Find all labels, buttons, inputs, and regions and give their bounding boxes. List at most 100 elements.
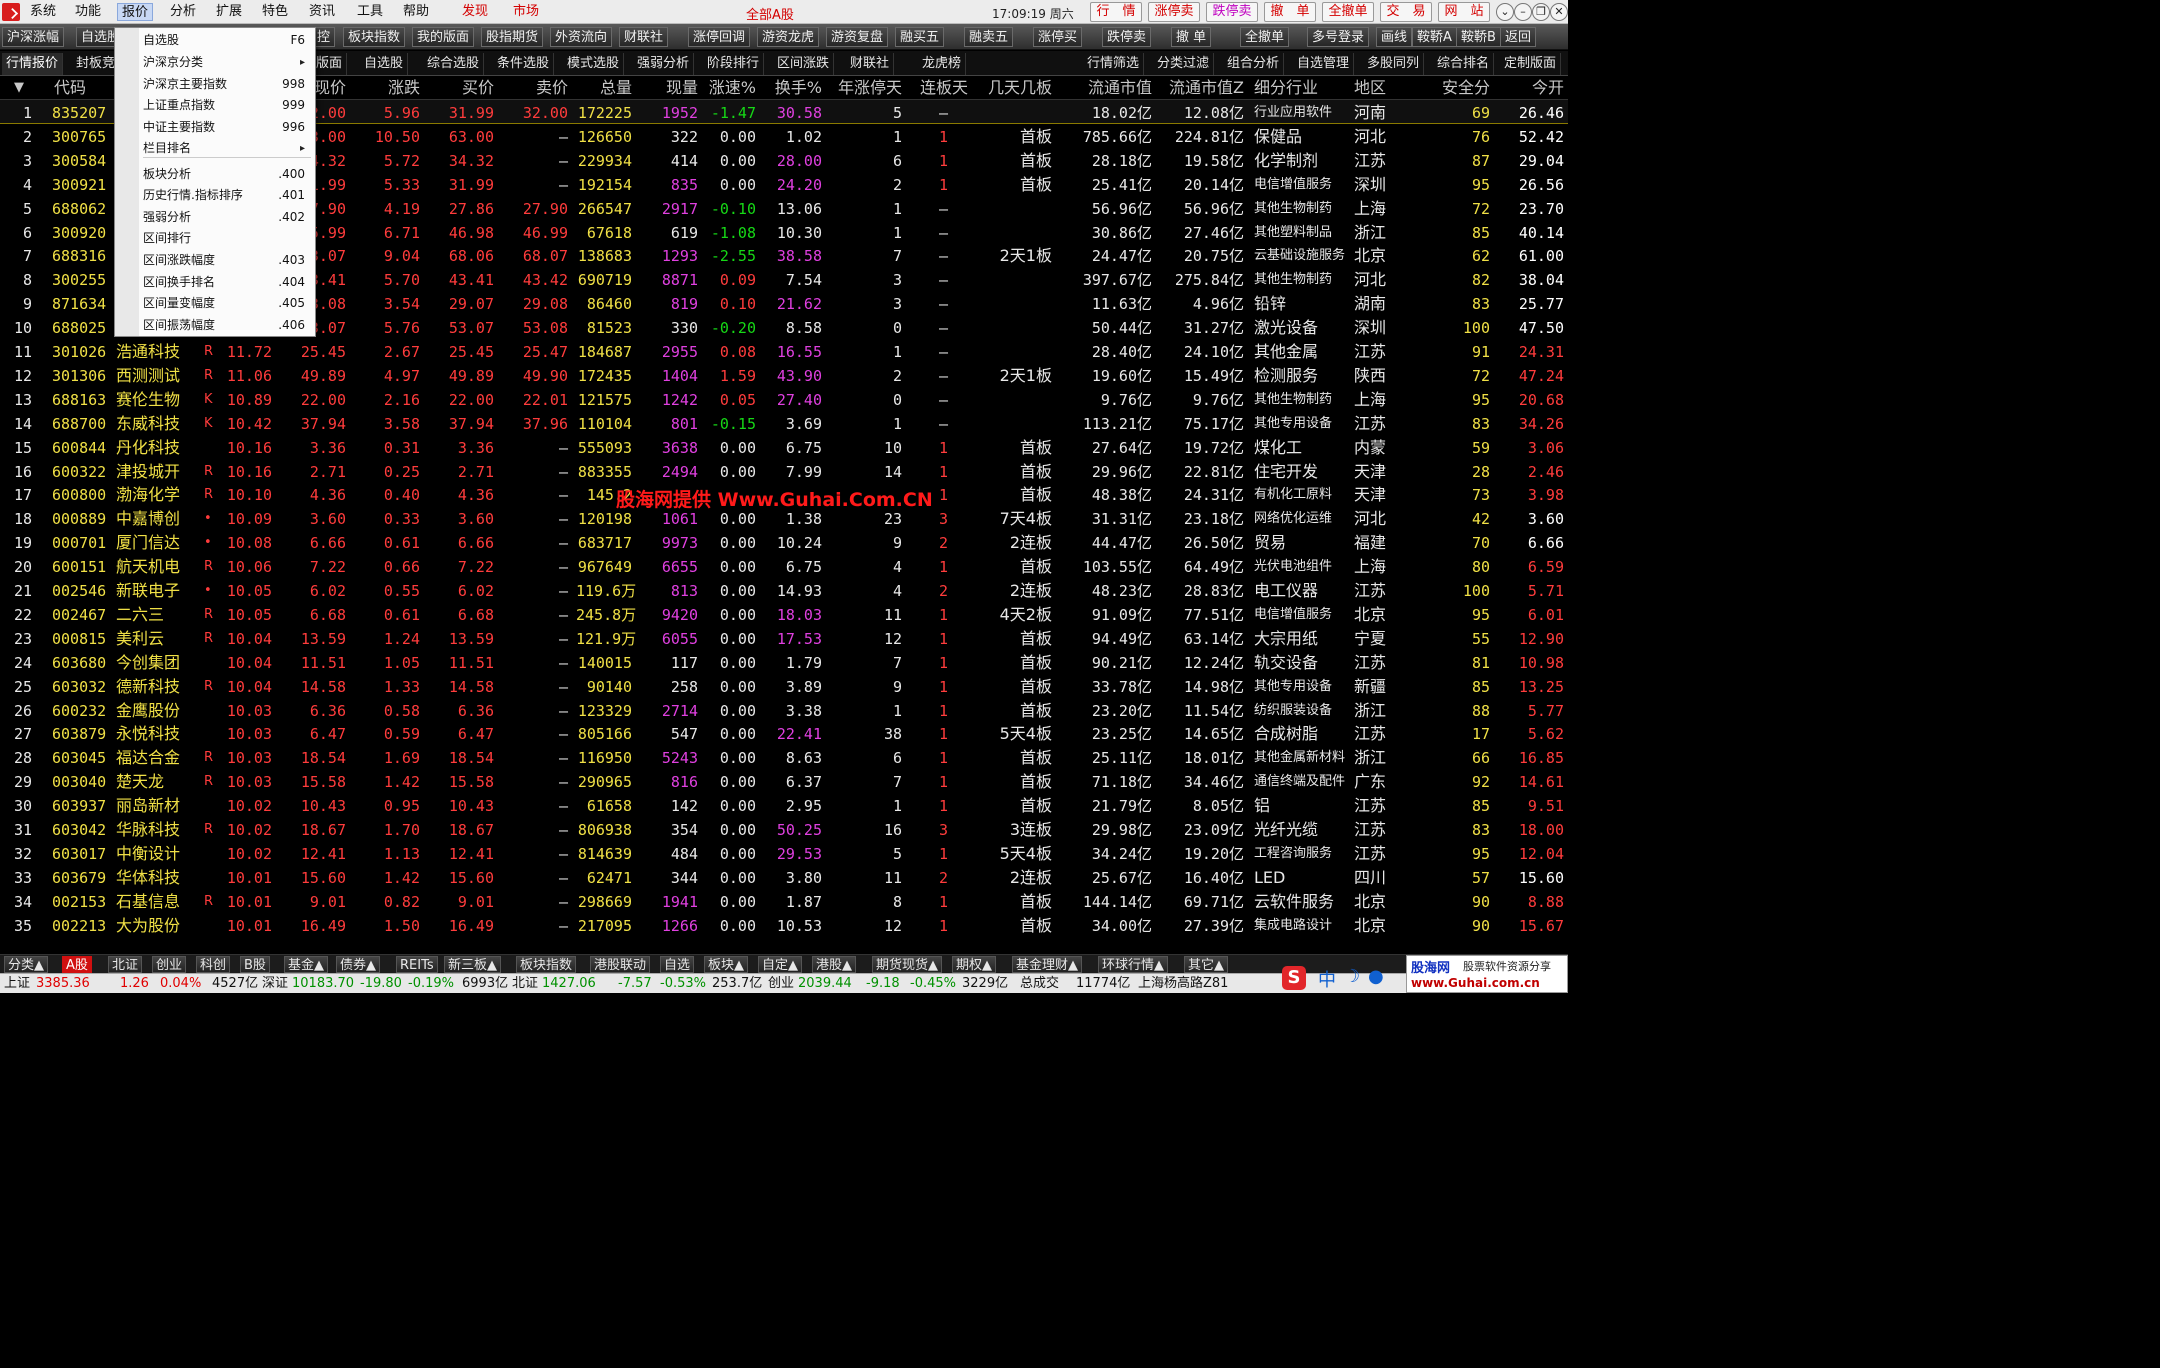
header-board[interactable]: 几天几板 [972,78,1052,98]
category-tab[interactable]: 债券▲ [336,956,380,973]
table-row[interactable]: 20 600151 航天机电 R 10.06 7.22 0.66 7.22 –967649 665… [0,554,1568,578]
toolbar-cls[interactable]: 财联社 [619,27,669,47]
menu-item[interactable]: 沪深京分类 ▸ [143,52,311,73]
sort-icon[interactable]: ▼ [14,78,24,98]
menu-item[interactable]: 区间涨跌幅度 .403 [143,250,311,271]
header-year-limit[interactable]: 年涨停天 [828,78,902,98]
menu-quote[interactable]: 报价 [117,3,154,21]
cancel-order-button[interactable]: 撤 单 [1264,2,1316,22]
toolbar-cancel[interactable]: 撤 单 [1171,27,1212,47]
toolbar-hot-money[interactable]: 游资龙虎 [757,27,820,47]
restore-icon[interactable]: ❐ [1532,3,1550,21]
menu-market[interactable]: 市场 [509,3,543,21]
table-row[interactable]: 34 002153 石基信息 R 10.01 9.01 0.82 9.01 –298669 194… [0,889,1568,913]
header-turnover[interactable]: 换手% [764,78,822,98]
menu-tools[interactable]: 工具 [353,3,387,21]
category-tab[interactable]: 北证 [108,956,143,973]
dot-icon[interactable]: ● [1368,966,1384,987]
tab-sealed[interactable]: 封板竞 [72,53,121,75]
header-industry[interactable]: 细分行业 [1254,78,1318,98]
moon-icon[interactable]: ☽ [1344,966,1360,987]
menu-item[interactable]: 强弱分析 .402 [143,207,311,228]
header-current-volume[interactable]: 现量 [644,78,698,98]
header-bid[interactable]: 买价 [432,78,494,98]
category-tab[interactable]: 自定▲ [758,956,802,973]
table-row[interactable]: 19 000701 厦门信达 • 10.08 6.66 0.61 6.66 –683717 997… [0,530,1568,554]
toolbar-sector-index[interactable]: 板块指数 [343,27,406,47]
toolbar-limit-up-buy[interactable]: 涨停买 [1033,27,1083,47]
category-tab[interactable]: 科创 [196,956,231,973]
tab-watchlist[interactable]: 自选股 [360,53,409,75]
tab-custom-layout[interactable]: 定制版面 [1500,53,1562,75]
category-tab[interactable]: 期货现货▲ [872,956,942,973]
toolbar-margin-sell[interactable]: 融卖五 [964,27,1014,47]
category-tab[interactable]: 期权▲ [952,956,996,973]
category-tab[interactable]: REITs [396,956,438,973]
category-tab[interactable]: 基金▲ [284,956,328,973]
table-row[interactable]: 15 600844 丹化科技 10.16 3.36 0.31 3.36 –555093 3638… [0,435,1568,459]
toolbar-cancel-all[interactable]: 全撤单 [1240,27,1290,47]
category-tab[interactable]: 港股▲ [812,956,856,973]
header-consecutive[interactable]: 连板天 [908,78,968,98]
cancel-all-button[interactable]: 全撤单 [1322,2,1374,22]
header-float-cap-z[interactable]: 流通市值Z [1156,78,1244,98]
menu-item[interactable]: 历史行情.指标排序 .401 [143,185,311,206]
menu-discover[interactable]: 发现 [458,3,492,21]
toolbar-draw[interactable]: 画线 [1376,27,1413,47]
sz-index-label[interactable]: 深证 [262,976,288,992]
toolbar-margin-buy[interactable]: 融买五 [895,27,945,47]
tab-condition-picker[interactable]: 条件选股 [493,53,555,75]
menu-item[interactable]: 区间量变幅度 .405 [143,293,311,314]
menu-item[interactable]: 沪深京主要指数 998 [143,74,311,95]
table-row[interactable]: 13 688163 赛伦生物 K 10.89 22.00 2.16 22.00 22.01 121… [0,387,1568,411]
category-tab[interactable]: 板块指数 [516,956,577,973]
table-row[interactable]: 22 002467 二六三 R 10.05 6.68 0.61 6.68 –245.8万 9420… [0,602,1568,626]
header-change[interactable]: 涨跌 [362,78,420,98]
sh-index-label[interactable]: 上证 [4,976,30,992]
ime-chinese-icon[interactable]: 中 [1318,966,1336,992]
menu-item[interactable]: 板块分析 .400 [143,164,311,185]
tab-stage-ranking[interactable]: 阶段排行 [703,53,765,75]
category-tab[interactable]: 其它▲ [1184,956,1228,973]
table-row[interactable]: 29 003040 楚天龙 R 10.03 15.58 1.42 15.58 –290965 81… [0,769,1568,793]
tab-cls[interactable]: 财联社 [846,53,895,75]
table-row[interactable]: 26 600232 金鹰股份 10.03 6.36 0.58 6.36 –123329 2714… [0,698,1568,722]
table-row[interactable]: 35 002213 大为股份 10.01 16.49 1.50 16.49–217095 12… [0,913,1568,937]
toolbar-multi-login[interactable]: 多号登录 [1307,27,1370,47]
tab-watchlist-manage[interactable]: 自选管理 [1293,53,1355,75]
header-safety[interactable]: 安全分 [1420,78,1490,98]
header-float-cap[interactable]: 流通市值 [1070,78,1152,98]
table-row[interactable]: 12 301306 西测测试 R 11.06 49.89 4.97 49.89 49.90 172… [0,363,1568,387]
tab-multi-stock[interactable]: 多股同列 [1363,53,1425,75]
menu-item[interactable]: 自选股 F6 [143,30,311,51]
minimize-icon[interactable]: – [1514,3,1532,21]
category-tab[interactable]: 环球行情▲ [1098,956,1168,973]
limit-up-sell-button[interactable]: 涨停卖 [1148,2,1200,22]
header-volume[interactable]: 总量 [580,78,632,98]
toolbar-index-futures[interactable]: 股指期货 [481,27,544,47]
tab-layout[interactable]: 版面 [312,53,348,75]
menu-function[interactable]: 功能 [71,3,105,21]
dropdown-icon[interactable]: ⌄ [1496,3,1514,21]
toolbar-sh-sz-gain[interactable]: 沪深涨幅 [2,27,65,47]
quote-button[interactable]: 行 情 [1090,2,1142,22]
cy-index-label[interactable]: 创业 [768,976,794,992]
tab-pattern-picker[interactable]: 模式选股 [563,53,625,75]
toolbar-foreign-flow[interactable]: 外资流向 [550,27,613,47]
table-row[interactable]: 30 603937 丽岛新材 10.02 10.43 0.95 10.43 –61658 142… [0,793,1568,817]
tab-quotes[interactable]: 行情报价 [2,53,64,75]
header-code[interactable]: 代码 [54,78,86,98]
category-tab[interactable]: B股 [240,956,270,973]
menu-item[interactable]: 中证主要指数 996 [143,117,311,138]
ad-banner[interactable]: 股海网 股票软件资源分享 www.Guhai.com.cn [1406,955,1568,993]
menu-item[interactable]: 上证重点指数 999 [143,95,311,116]
category-tab[interactable]: 分类▲ [4,956,48,973]
header-open[interactable]: 今开 [1500,78,1564,98]
table-row[interactable]: 16 600322 津投城开 R 10.16 2.71 0.25 2.71 –883355 249… [0,459,1568,483]
ime-logo-icon[interactable]: S [1282,966,1306,990]
server-name[interactable]: 上海杨高路Z81 [1138,976,1228,992]
tab-category-filter[interactable]: 分类过滤 [1153,53,1215,75]
table-row[interactable]: 25 603032 德新科技 R 10.04 14.58 1.33 14.58 –90140 25… [0,674,1568,698]
category-tab[interactable]: 新三板▲ [444,956,501,973]
table-row[interactable]: 14 688700 东威科技 K 10.42 37.94 3.58 37.94 37.96 110… [0,411,1568,435]
